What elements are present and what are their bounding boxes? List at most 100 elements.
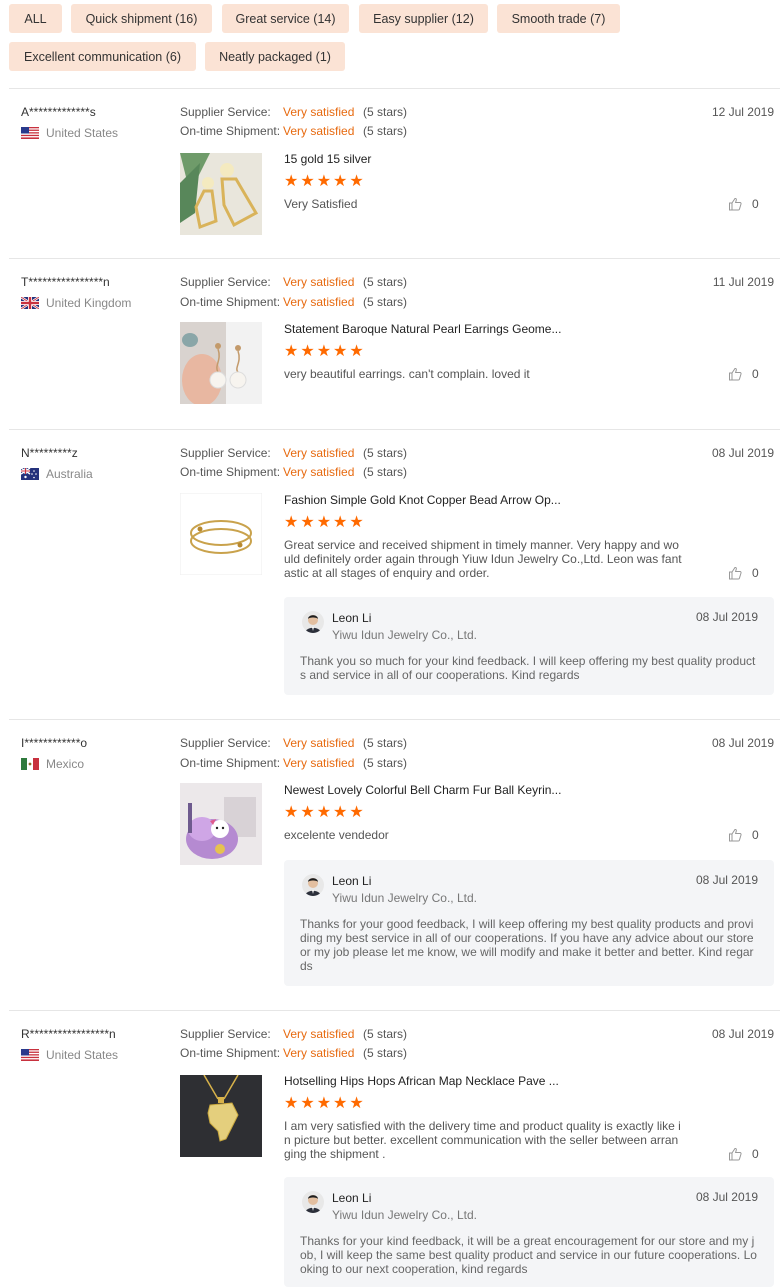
helpful-button[interactable]: 0 (728, 367, 759, 381)
reviewer-name: I************o (21, 736, 88, 750)
reply-date: 08 Jul 2019 (695, 610, 758, 624)
review-date: 08 Jul 2019 (711, 446, 774, 460)
star-icon: ★ (333, 804, 348, 821)
review-date: 11 Jul 2019 (712, 275, 774, 289)
tag-smooth-trade[interactable]: Smooth trade (7) (497, 4, 620, 33)
helpful-button[interactable]: 0 (728, 566, 759, 580)
supplier-reply: Leon Li Yiwu Idun Jewelry Co., Ltd. 08 J… (284, 597, 774, 695)
product-thumbnail[interactable] (180, 493, 262, 575)
reply-author: Leon Li (332, 1191, 372, 1205)
reply-text: Thanks for your kind feedback, it will b… (300, 1234, 757, 1276)
product-thumbnail[interactable] (180, 153, 262, 235)
ontime-shipment-rating: On-time Shipment: Very satisfied (5 stars) (180, 465, 407, 479)
product-name[interactable]: Newest Lovely Colorful Bell Charm Fur Ba… (284, 783, 561, 797)
ontime-shipment-rating: On-time Shipment: Very satisfied (5 stars) (180, 295, 407, 309)
supplier-reply: Leon Li Yiwu Idun Jewelry Co., Ltd. 08 J… (284, 860, 774, 986)
rating-label: Supplier Service: (180, 275, 271, 289)
ontime-shipment-rating: On-time Shipment: Very satisfied (5 stars) (180, 1046, 407, 1060)
product-name[interactable]: Fashion Simple Gold Knot Copper Bead Arr… (284, 493, 561, 507)
rating-stars-text: (5 stars) (363, 124, 408, 138)
rating-label: On-time Shipment: (180, 756, 281, 770)
country-label: Mexico (46, 757, 85, 771)
tag-all[interactable]: ALL (9, 4, 62, 33)
helpful-count: 0 (752, 828, 759, 842)
tag-excellent-communication[interactable]: Excellent communication (6) (9, 42, 196, 71)
review-date: 12 Jul 2019 (711, 105, 774, 119)
avatar (302, 1191, 324, 1213)
reviewer-country: United States (21, 1048, 118, 1062)
tag-quick-shipment[interactable]: Quick shipment (16) (71, 4, 212, 33)
rating-stars-text: (5 stars) (363, 275, 408, 289)
country-label: United States (46, 1048, 119, 1062)
us-flag-icon (21, 127, 39, 139)
rating-label: On-time Shipment: (180, 465, 281, 479)
reviewer-name: R*****************n (21, 1027, 116, 1041)
product-rating-stars: ★ ★ ★ ★ ★ (284, 805, 364, 821)
tag-easy-supplier[interactable]: Easy supplier (12) (359, 4, 488, 33)
star-icon: ★ (349, 514, 364, 531)
divider (9, 1010, 780, 1011)
divider (9, 258, 780, 259)
star-icon: ★ (300, 514, 315, 531)
star-icon: ★ (333, 514, 348, 531)
us-flag-icon (21, 1049, 39, 1061)
rating-stars-text: (5 stars) (363, 736, 408, 750)
product-thumbnail[interactable] (180, 1075, 262, 1157)
product-thumbnail[interactable] (180, 783, 262, 865)
thumbs-up-icon (729, 566, 742, 580)
rating-value: Very satisfied (283, 446, 355, 460)
star-icon: ★ (349, 804, 364, 821)
product-name[interactable]: Hotselling Hips Hops African Map Necklac… (284, 1074, 559, 1088)
helpful-count: 0 (752, 566, 759, 580)
star-icon: ★ (349, 1095, 364, 1112)
divider (9, 88, 780, 89)
star-icon: ★ (333, 343, 348, 360)
star-icon: ★ (300, 1095, 315, 1112)
reply-company: Yiwu Idun Jewelry Co., Ltd. (332, 891, 477, 905)
helpful-button[interactable]: 0 (728, 197, 759, 211)
country-label: United States (46, 126, 119, 140)
star-icon: ★ (284, 1095, 299, 1112)
tag-great-service[interactable]: Great service (14) (222, 4, 349, 33)
star-icon: ★ (284, 343, 299, 360)
rating-value: Very satisfied (283, 295, 355, 309)
rating-value: Very satisfied (283, 1046, 355, 1060)
rating-value: Very satisfied (283, 275, 355, 289)
supplier-service-rating: Supplier Service: Very satisfied (5 stars) (180, 736, 407, 750)
star-icon: ★ (316, 804, 332, 821)
rating-value: Very satisfied (283, 736, 355, 750)
thumbs-up-icon (729, 1147, 742, 1161)
rating-stars-text: (5 stars) (363, 1046, 408, 1060)
rating-label: On-time Shipment: (180, 295, 281, 309)
avatar (302, 874, 324, 896)
helpful-button[interactable]: 0 (728, 828, 759, 842)
reply-text: Thank you so much for your kind feedback… (300, 654, 756, 682)
country-label: United Kingdom (46, 296, 132, 310)
supplier-service-rating: Supplier Service: Very satisfied (5 stars) (180, 105, 407, 119)
star-icon: ★ (284, 173, 299, 190)
product-name[interactable]: Statement Baroque Natural Pearl Earrings… (284, 322, 561, 336)
divider (9, 719, 780, 720)
helpful-count: 0 (752, 1147, 759, 1161)
supplier-reply: Leon Li Yiwu Idun Jewelry Co., Ltd. 08 J… (284, 1177, 774, 1287)
uk-flag-icon (21, 297, 39, 309)
reviewer-country: United Kingdom (21, 296, 131, 310)
helpful-button[interactable]: 0 (728, 1147, 759, 1161)
reply-date: 08 Jul 2019 (695, 1190, 758, 1204)
reply-date: 08 Jul 2019 (695, 873, 758, 887)
product-rating-stars: ★ ★ ★ ★ ★ (284, 174, 364, 190)
reviewer-name: A*************s (21, 105, 96, 119)
product-name[interactable]: 15 gold 15 silver (284, 152, 371, 166)
tag-neatly-packaged[interactable]: Neatly packaged (1) (205, 42, 345, 71)
reply-text: Thanks for your good feedback, I will ke… (300, 917, 754, 973)
rating-value: Very satisfied (283, 1027, 355, 1041)
product-thumbnail[interactable] (180, 322, 262, 404)
product-rating-stars: ★ ★ ★ ★ ★ (284, 1096, 364, 1112)
divider (9, 429, 780, 430)
rating-label: Supplier Service: (180, 1027, 271, 1041)
reviewer-country: United States (21, 126, 118, 140)
star-icon: ★ (300, 173, 315, 190)
star-icon: ★ (300, 343, 315, 360)
reviewer-name: T****************n (21, 275, 110, 289)
star-icon: ★ (349, 173, 364, 190)
